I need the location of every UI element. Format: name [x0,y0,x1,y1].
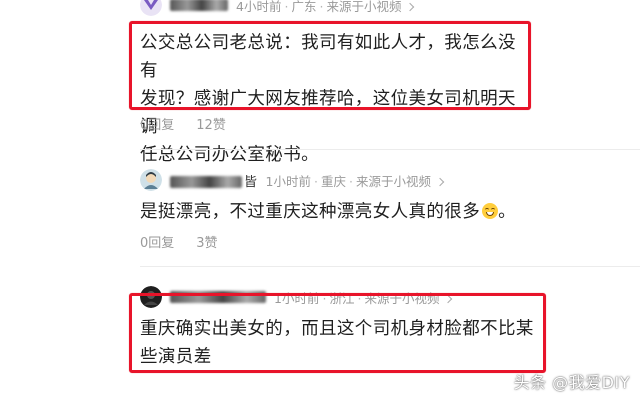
comment-text: 是挺漂亮，不过重庆这种漂亮女人真的很多。 [140,202,517,222]
username[interactable] [170,0,228,13]
username-visible: 皆 [244,174,258,190]
comment-location: 重庆 [320,173,346,189]
comment-actions: 0回复 3赞 [140,232,218,251]
username[interactable]: 皆 [170,171,258,190]
blurred-username [170,176,242,188]
comment-1-meta: 4小时前 · 广东 · 来源于小视频 [140,0,415,16]
comment-text-line: 些演员差 [140,347,212,367]
comment-source[interactable]: 来源于小视频 [356,174,431,189]
comment-location: 广东 [291,0,317,14]
reply-button[interactable]: 0回复 [140,114,174,133]
chevron-right-icon[interactable] [435,177,445,186]
like-button[interactable]: 12赞 [196,114,226,133]
comment-text-line: 任总公司办公室秘书。 [140,145,319,165]
chevron-right-icon[interactable] [406,2,415,11]
comment-text-line: 是挺漂亮，不过重庆这种漂亮女人真的很多 [140,202,481,222]
comment-meta: 1小时前 · 重庆 · 来源于小视频 [265,171,445,190]
comment-actions: 0回复 12赞 [140,114,226,133]
divider [140,266,640,267]
reply-button[interactable]: 0回复 [140,232,174,251]
grinning-face-icon [482,203,499,219]
comment-text: 重庆确实出美女的，而且这个司机身材脸都不比某 些演员差 [140,315,540,371]
comment-time: 4小时前 [236,0,282,14]
blurred-username [170,0,228,11]
comment-text-line: 公交总公司老总说：我司有如此人才，我怎么没有 [140,33,516,81]
watermark: 头条 @我爱DIY [513,373,630,392]
comment-time: 1小时前 [265,173,311,189]
divider [140,149,640,150]
comment-meta: 4小时前 · 广东 · 来源于小视频 [236,0,415,15]
comment-source[interactable]: 来源于小视频 [326,0,401,14]
comment-text: 公交总公司老总说：我司有如此人才，我怎么没有 发现？感谢广大网友推荐哈，这位美女… [140,29,530,169]
comment-text-line: 重庆确实出美女的，而且这个司机身材脸都不比某 [140,319,534,339]
avatar[interactable] [140,0,162,16]
comment-2-meta: 皆 1小时前 · 重庆 · 来源于小视频 [140,169,445,191]
avatar[interactable] [140,169,162,191]
like-button[interactable]: 3赞 [196,232,217,251]
